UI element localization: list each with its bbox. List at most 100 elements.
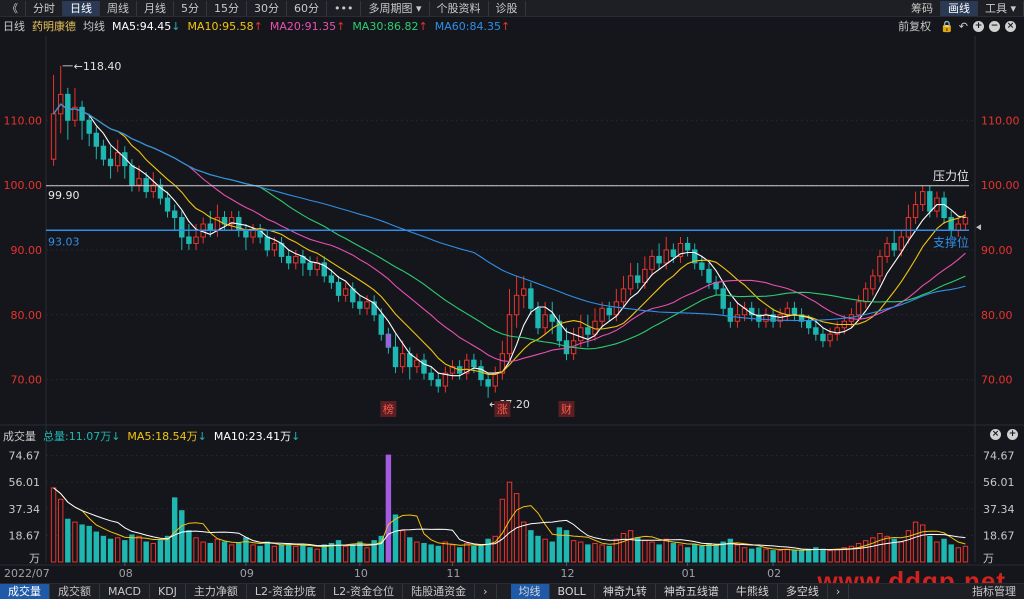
volume-bar xyxy=(770,550,776,563)
tabs2-next-icon[interactable]: › xyxy=(828,584,850,599)
candle-body xyxy=(927,191,933,212)
time-tick: 10 xyxy=(353,567,368,580)
time-tick: 2022/07 xyxy=(4,567,50,580)
overlay-tab-3[interactable]: 神奇五线谱 xyxy=(656,584,728,599)
close-volume-icon[interactable]: × xyxy=(990,429,1001,440)
candle-body xyxy=(414,359,420,368)
candle-body xyxy=(521,288,527,296)
time-tick: 09 xyxy=(239,567,254,580)
volume-bar xyxy=(592,542,598,563)
candle-body xyxy=(820,333,826,342)
volume-bar xyxy=(136,535,142,563)
volume-bar xyxy=(335,540,342,563)
overlay-tab-0[interactable]: 均线 xyxy=(510,584,550,599)
volume-bar xyxy=(364,547,370,563)
price-tick-right: 100.00 xyxy=(981,179,1020,192)
pressure-label: 压力位 xyxy=(933,168,969,183)
candle-body xyxy=(649,255,655,270)
volume-bar xyxy=(784,548,791,563)
volume-ma5: MA5:18.54万↓ xyxy=(127,430,207,443)
candle-body xyxy=(891,242,897,251)
candle-body xyxy=(955,223,962,231)
candle-body xyxy=(93,132,100,147)
volume-bar xyxy=(157,540,164,563)
volume-bar xyxy=(350,544,356,563)
volume-bar xyxy=(236,542,242,563)
candle-body xyxy=(293,255,299,264)
overlay-tab-4[interactable]: 牛熊线 xyxy=(728,584,778,599)
kline-chart[interactable]: 110.00 110.00 100.00 100.00 90.00 90.00 80.00 8… xyxy=(0,0,1024,598)
candle-body xyxy=(941,197,947,219)
volume-bar xyxy=(129,534,135,563)
volume-bar xyxy=(877,533,883,563)
volume-bar xyxy=(905,530,912,563)
volume-bar xyxy=(599,544,605,563)
indicator-manager-button[interactable]: 指标管理 xyxy=(964,584,1024,599)
candle-body xyxy=(549,314,555,322)
indicator-tab-5[interactable]: L2-资金抄底 xyxy=(247,584,326,599)
overlay-tab-1[interactable]: BOLL xyxy=(550,584,595,599)
volume-bar xyxy=(399,530,406,563)
volume-bar xyxy=(228,544,235,563)
candle-body xyxy=(862,288,869,303)
volume-bar xyxy=(72,521,78,563)
indicator-tab-4[interactable]: 主力净额 xyxy=(186,584,247,599)
volume-bar xyxy=(798,550,805,563)
candle-body xyxy=(129,165,135,186)
volume-tick-right: 18.67 xyxy=(983,529,1015,542)
add-indicator-icon[interactable]: + xyxy=(1007,429,1018,440)
overlay-tab-5[interactable]: 多空线 xyxy=(778,584,828,599)
indicator-tab-3[interactable]: KDJ xyxy=(150,584,186,599)
volume-bar xyxy=(941,538,947,563)
candle-body xyxy=(50,113,57,160)
volume-bar xyxy=(150,542,157,563)
volume-bar xyxy=(314,548,320,563)
candle-body xyxy=(407,353,413,368)
candle-body xyxy=(492,372,498,387)
overlay-tab-2[interactable]: 神奇九转 xyxy=(595,584,656,599)
volume-bar xyxy=(777,550,783,563)
candle-body xyxy=(378,314,384,335)
volume-bar xyxy=(642,540,648,563)
volume-bar xyxy=(264,541,270,563)
candle-body xyxy=(271,242,278,251)
candle-body xyxy=(435,379,441,387)
volume-bar xyxy=(713,544,719,563)
candle-body xyxy=(919,191,926,206)
volume-bar xyxy=(392,514,399,563)
indicator-tab-6[interactable]: L2-资金仓位 xyxy=(325,584,404,599)
volume-bar xyxy=(506,481,513,563)
candle-body xyxy=(813,327,819,335)
volume-bar xyxy=(107,538,114,563)
time-tick: 12 xyxy=(560,567,575,580)
candle-body xyxy=(79,106,85,121)
candle-body xyxy=(171,210,178,219)
indicator-tab-1[interactable]: 成交额 xyxy=(50,584,100,599)
volume-bar xyxy=(919,524,926,563)
indicator-tab-7[interactable]: 陆股通资金 xyxy=(403,584,476,599)
indicator-tab-0[interactable]: 成交量 xyxy=(0,584,50,599)
volume-bar xyxy=(122,540,128,563)
volume-bar xyxy=(307,547,313,563)
price-marker-icon xyxy=(976,224,981,231)
volume-tick-left: 万 xyxy=(29,552,40,565)
volume-bar xyxy=(442,541,449,563)
volume-bar xyxy=(706,542,712,563)
volume-bar xyxy=(677,544,684,563)
volume-bar xyxy=(699,545,705,563)
indicator-tab-2[interactable]: MACD xyxy=(100,584,150,599)
tabs-next-icon[interactable]: › xyxy=(475,584,497,599)
time-tick: 08 xyxy=(118,567,133,580)
candle-body xyxy=(357,301,363,309)
volume-bar xyxy=(285,542,292,563)
volume-bar xyxy=(927,535,933,563)
candle-body xyxy=(264,236,270,251)
candle-body xyxy=(642,268,648,283)
volume-bar xyxy=(79,524,85,563)
price-tick-right: 90.00 xyxy=(981,244,1013,257)
candle-body xyxy=(877,255,883,277)
volume-bar xyxy=(870,537,876,563)
volume-label: 成交量 xyxy=(3,430,36,443)
candle-body xyxy=(207,223,213,231)
support-label: 支撑位 xyxy=(933,234,969,249)
